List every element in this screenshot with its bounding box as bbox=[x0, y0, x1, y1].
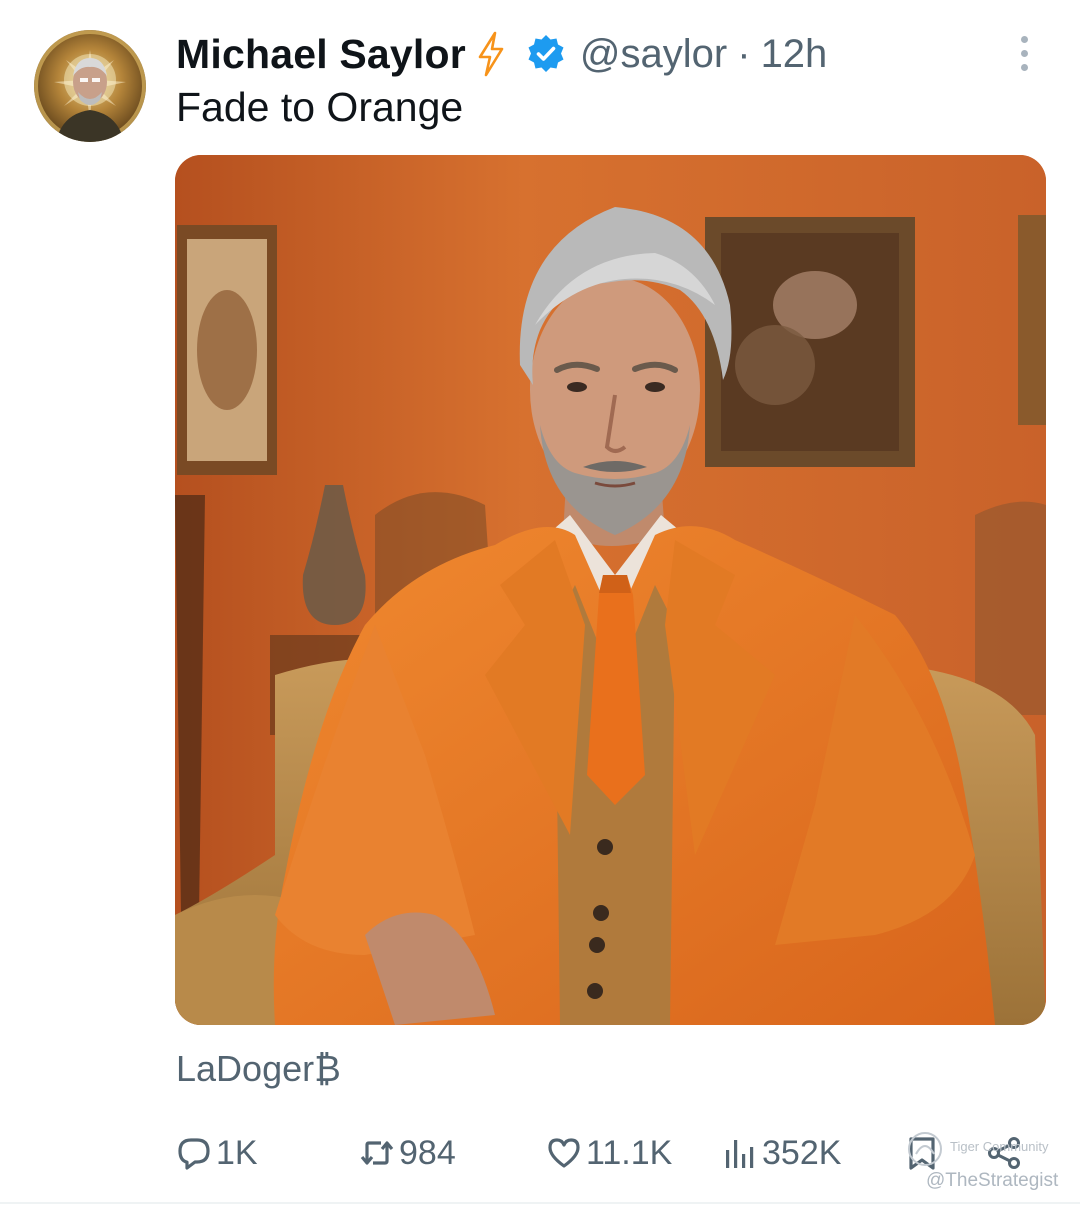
source-label[interactable]: LaDoger₿ bbox=[176, 1048, 341, 1090]
watermark-line1: Tiger Community bbox=[950, 1139, 1049, 1154]
watermark: Tiger Community @TheStrategist bbox=[900, 1130, 1070, 1196]
like-count: 11.1K bbox=[586, 1133, 673, 1172]
separator-dot: · bbox=[737, 31, 751, 76]
post-time[interactable]: 12h bbox=[761, 32, 828, 77]
author-avatar[interactable] bbox=[34, 30, 146, 142]
post-image[interactable] bbox=[175, 155, 1046, 1025]
watermark-line2: @TheStrategist bbox=[926, 1170, 1059, 1191]
retweet-icon bbox=[359, 1135, 395, 1171]
retweet-count: 984 bbox=[399, 1133, 456, 1172]
reply-icon bbox=[176, 1135, 212, 1171]
like-icon bbox=[546, 1135, 582, 1171]
like-button[interactable]: 11.1K bbox=[546, 1128, 672, 1178]
views-count: 352K bbox=[762, 1133, 842, 1172]
post-text: Fade to Orange bbox=[176, 84, 464, 130]
post-header: Michael Saylor @saylor · 12h bbox=[176, 26, 1040, 82]
more-options-icon[interactable] bbox=[1008, 30, 1040, 76]
views-icon bbox=[722, 1135, 758, 1171]
views-button[interactable]: 352K bbox=[722, 1128, 841, 1178]
tiger-logo-icon bbox=[906, 1130, 944, 1168]
reply-count: 1K bbox=[216, 1133, 258, 1172]
author-name[interactable]: Michael Saylor bbox=[176, 31, 466, 78]
lightning-bolt-icon bbox=[476, 31, 506, 77]
retweet-button[interactable]: 984 bbox=[359, 1128, 456, 1178]
verified-badge-icon[interactable] bbox=[526, 34, 566, 74]
divider bbox=[0, 1202, 1080, 1204]
reply-button[interactable]: 1K bbox=[176, 1128, 258, 1178]
author-handle[interactable]: @saylor bbox=[580, 32, 727, 77]
